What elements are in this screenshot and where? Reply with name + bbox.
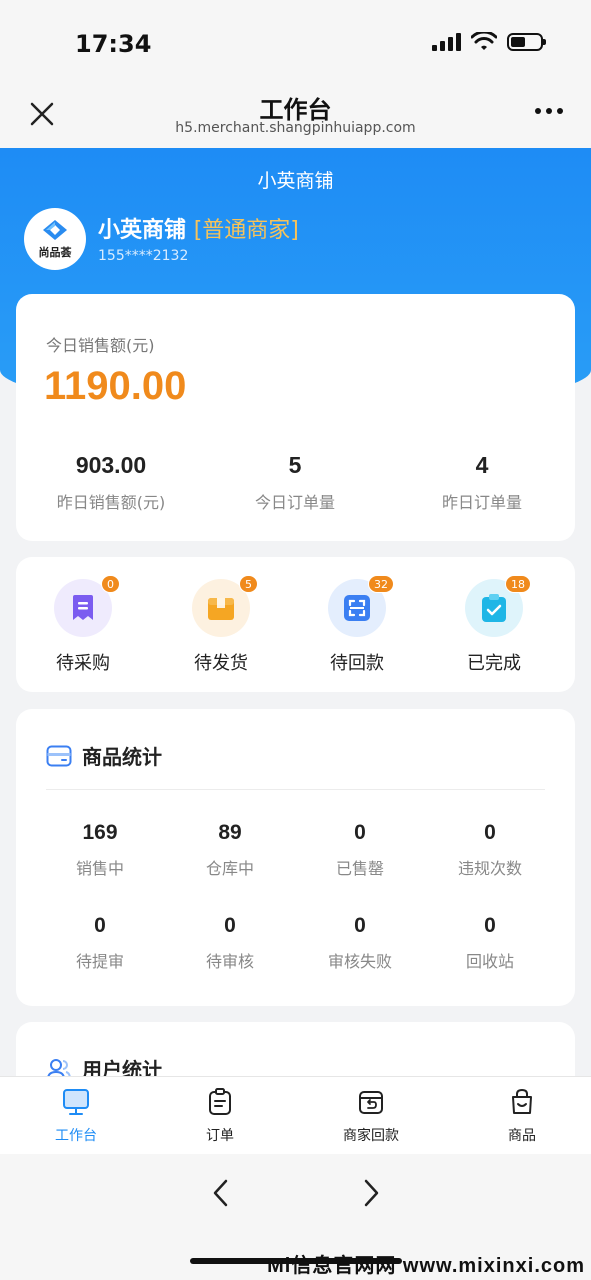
- stat-label: 回收站: [465, 952, 514, 971]
- sales-stat-value: 4: [475, 452, 489, 478]
- tab-merchant-payment[interactable]: 商家回款: [311, 1087, 431, 1145]
- stat-review-failed[interactable]: 0 审核失败: [295, 914, 425, 972]
- product-stats-title: 商品统计: [82, 745, 162, 769]
- bottom-tab-bar: 工作台 订单 商家回款 商品: [0, 1076, 591, 1154]
- product-stats-card: 商品统计 169 销售中 89 仓库中 0 已售罄 0 违规次数 0 待提审 0…: [16, 709, 575, 1006]
- tab-workbench[interactable]: 工作台: [16, 1087, 136, 1145]
- sales-stat-yesterday-orders[interactable]: 4 昨日订单量: [402, 452, 562, 513]
- battery-icon: [507, 33, 546, 51]
- stat-value: 0: [354, 914, 366, 937]
- order-badge: 18: [505, 575, 531, 593]
- order-label: 待发货: [194, 653, 248, 674]
- tab-label: 工作台: [55, 1128, 97, 1144]
- status-icons: [432, 32, 546, 52]
- stat-label: 销售中: [75, 859, 124, 878]
- order-icon-wrap: 32: [328, 575, 394, 637]
- shop-header-title: 小英商铺: [257, 170, 334, 192]
- wifi-icon: [471, 32, 497, 50]
- tab-label: 商家回款: [343, 1128, 399, 1144]
- cellular-signal-icon: [432, 33, 461, 51]
- sales-stat-value: 903.00: [75, 452, 147, 478]
- shopping-bag-icon: [512, 1088, 532, 1114]
- order-icon-wrap: 18: [465, 575, 531, 637]
- refund-box-icon: [359, 1091, 383, 1114]
- shop-level-badge: [普通商家]: [193, 218, 299, 243]
- stat-on-sale[interactable]: 169 销售中: [35, 821, 165, 879]
- order-status-pending-payment[interactable]: 32 待回款: [307, 575, 407, 675]
- stat-label: 审核失败: [327, 952, 392, 971]
- today-sales-value: 1190.00: [44, 364, 187, 408]
- stat-value: 0: [94, 914, 106, 937]
- stat-value: 0: [484, 914, 496, 937]
- stat-violations[interactable]: 0 违规次数: [425, 821, 555, 879]
- user-stats-card: 用户统计: [16, 1022, 575, 1082]
- today-sales-label: 今日销售额(元): [46, 336, 155, 355]
- status-bar: 17:34: [0, 0, 591, 84]
- tab-orders[interactable]: 订单: [160, 1087, 280, 1145]
- stat-label: 违规次数: [457, 859, 522, 878]
- tab-products[interactable]: 商品: [462, 1087, 582, 1145]
- monitor-icon: [63, 1089, 89, 1115]
- scan-icon: [344, 595, 370, 621]
- tab-label: 订单: [206, 1128, 234, 1144]
- stat-label: 待提审: [75, 952, 124, 971]
- sales-stat-yesterday[interactable]: 903.00 昨日销售额(元): [31, 452, 191, 513]
- stat-value: 89: [218, 821, 242, 844]
- order-status-card: 0 待采购 5 待发货 32 待回款 18 已完成: [16, 557, 575, 692]
- stat-value: 0: [224, 914, 236, 937]
- back-arrow-icon[interactable]: [208, 1178, 234, 1208]
- divider: [46, 789, 545, 790]
- logo-text: 尚品荟: [38, 246, 72, 259]
- shop-logo: 尚品荟: [24, 208, 86, 270]
- sales-stat-label: 昨日销售额(元): [56, 493, 166, 512]
- order-badge: 5: [239, 575, 258, 593]
- order-badge: 0: [101, 575, 120, 593]
- stat-recycle-bin[interactable]: 0 回收站: [425, 914, 555, 972]
- stat-pending-submit[interactable]: 0 待提审: [35, 914, 165, 972]
- order-icon-wrap: 0: [54, 575, 120, 637]
- clipboard-icon: [209, 1088, 231, 1115]
- order-label: 待采购: [56, 653, 110, 674]
- order-status-completed[interactable]: 18 已完成: [444, 575, 544, 675]
- page-url: h5.merchant.shangpinhuiapp.com: [175, 120, 416, 136]
- stat-value: 0: [484, 821, 496, 844]
- forward-arrow-icon[interactable]: [358, 1178, 384, 1208]
- order-status-pending-purchase[interactable]: 0 待采购: [33, 575, 133, 675]
- stat-label: 仓库中: [205, 859, 254, 878]
- order-icon-wrap: 5: [192, 575, 258, 637]
- order-status-pending-shipment[interactable]: 5 待发货: [171, 575, 271, 675]
- shop-name: 小英商铺 [普通商家]: [98, 212, 299, 244]
- order-badge: 32: [368, 575, 394, 593]
- package-icon: [208, 598, 234, 620]
- stat-value: 0: [354, 821, 366, 844]
- watermark: Mi信息官网网 www.mixinxi.com: [267, 1255, 585, 1277]
- receipt-icon: [73, 595, 93, 620]
- stat-sold-out[interactable]: 0 已售罄: [295, 821, 425, 879]
- sales-card: 今日销售额(元) 1190.00 903.00 昨日销售额(元) 5 今日订单量…: [16, 294, 575, 541]
- shop-name-text: 小英商铺: [98, 218, 187, 243]
- stat-pending-review[interactable]: 0 待审核: [165, 914, 295, 972]
- wallet-card-icon: [46, 745, 72, 766]
- sales-stat-label: 昨日订单量: [441, 493, 522, 512]
- tab-label: 商品: [508, 1128, 536, 1144]
- stat-label: 待审核: [205, 952, 254, 971]
- product-stats-header: 商品统计: [46, 741, 162, 770]
- stat-label: 已售罄: [335, 859, 384, 878]
- stat-value: 169: [82, 821, 118, 844]
- order-label: 待回款: [330, 653, 384, 674]
- more-icon[interactable]: [535, 108, 563, 114]
- browser-nav-bar: 工作台 h5.merchant.shangpinhuiapp.com: [0, 84, 591, 148]
- logo-mark-icon: [43, 220, 67, 240]
- order-label: 已完成: [467, 653, 521, 674]
- sales-stat-label: 今日订单量: [254, 493, 335, 512]
- clipboard-check-icon: [482, 594, 506, 622]
- sales-stat-value: 5: [288, 452, 302, 478]
- browser-bottom-bar: Mi信息官网网 www.mixinxi.com: [0, 1154, 591, 1280]
- shop-phone: 155****2132: [98, 248, 189, 264]
- stat-in-warehouse[interactable]: 89 仓库中: [165, 821, 295, 879]
- sales-stat-today-orders[interactable]: 5 今日订单量: [215, 452, 375, 513]
- status-time: 17:34: [75, 30, 152, 58]
